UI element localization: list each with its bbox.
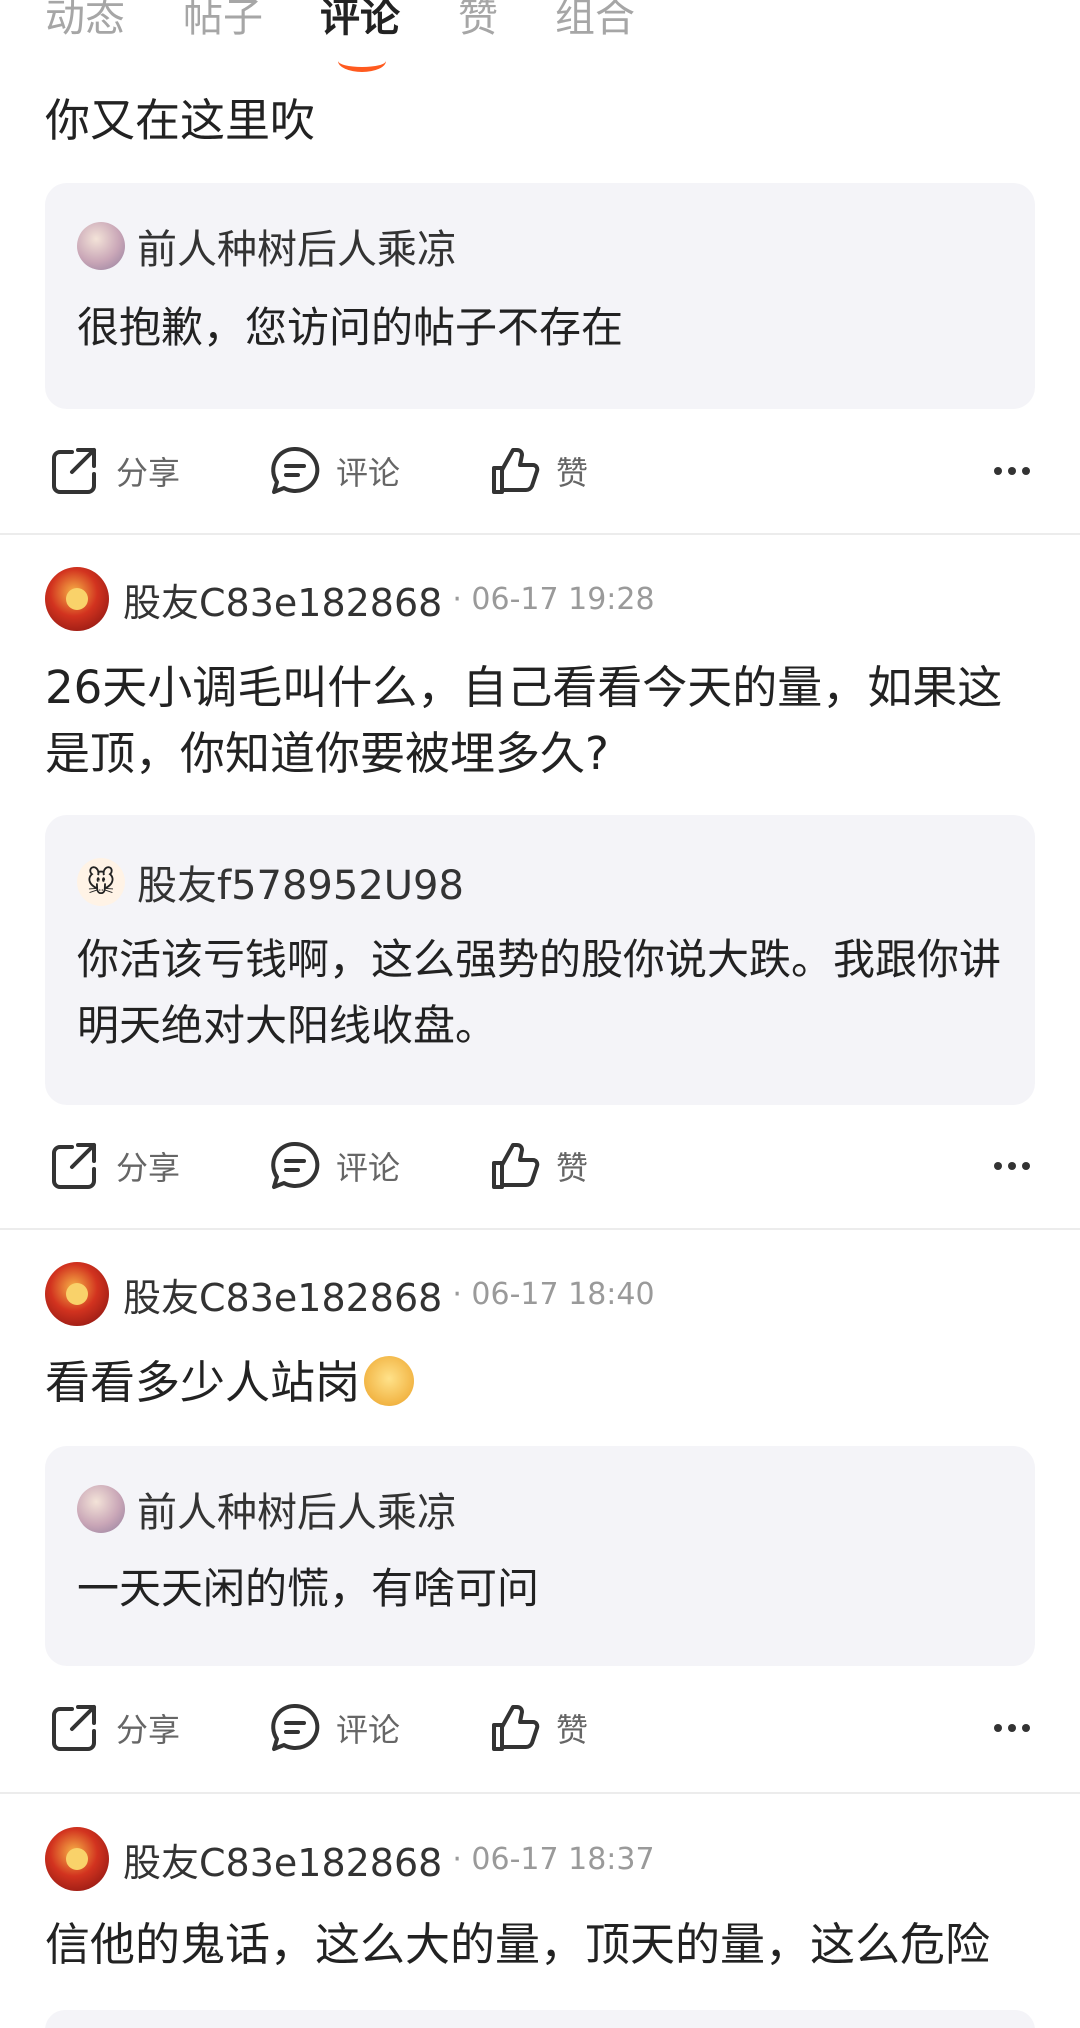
like-label: 赞	[556, 1711, 589, 1749]
share-button[interactable]: 分享	[48, 1693, 180, 1763]
more-options-button[interactable]	[988, 1131, 1030, 1201]
comments-page: 动态 帖子 评论 赞 组合 你又在这里吹 前人种树后人乘凉 很抱歉，您访问的帖子…	[0, 0, 1080, 2028]
thumbs-up-icon	[492, 1143, 540, 1189]
like-button[interactable]: 赞	[488, 1131, 588, 1201]
quoted-text: 很抱歉，您访问的帖子不存在	[77, 303, 624, 352]
share-label: 分享	[116, 1149, 181, 1187]
share-icon	[52, 1143, 96, 1189]
comment-time: · 06-17 18:37	[452, 1841, 655, 1877]
comment-button[interactable]: 评论	[268, 436, 400, 506]
quoted-user-name[interactable]: 前人种树后人乘凉	[137, 217, 457, 275]
user-name[interactable]: 股友C83e182868	[123, 572, 442, 627]
action-bar: 分享 评论 赞	[0, 1131, 1080, 1201]
comment-icon	[271, 1141, 320, 1189]
more-options-button[interactable]	[988, 436, 1030, 506]
share-button[interactable]: 分享	[48, 436, 180, 506]
comment-label: 评论	[336, 1711, 401, 1749]
more-icon	[994, 1162, 1002, 1170]
comment-text-row: 看看多少人站岗	[45, 1350, 1045, 1416]
tab-dynamic[interactable]: 动态	[45, 0, 125, 42]
quoted-reply[interactable]: 🐭 股友f578952U98 你活该亏钱啊，这么强势的股你说大跌。我跟你讲明天绝…	[45, 815, 1035, 1105]
comment-text: 你又在这里吹	[45, 94, 316, 147]
comment-text: 26天小调毛叫什么，自己看看今天的量，如果这是顶，你知道你要被埋多久?	[45, 661, 1003, 780]
divider	[0, 533, 1080, 535]
avatar[interactable]: 🐭	[77, 858, 125, 906]
divider	[0, 1792, 1080, 1794]
quoted-user-name[interactable]: 前人种树后人乘凉	[137, 1480, 457, 1538]
avatar[interactable]	[45, 1262, 109, 1326]
action-bar: 分享 评论 赞	[0, 436, 1080, 506]
tab-comments[interactable]: 评论	[320, 0, 400, 42]
more-icon	[994, 1724, 1002, 1732]
avatar[interactable]	[77, 1485, 125, 1533]
quoted-reply[interactable]: 前人种树后人乘凉 很抱歉，您访问的帖子不存在	[45, 183, 1035, 409]
share-icon	[52, 1705, 96, 1751]
user-name[interactable]: 股友C83e182868	[123, 1267, 442, 1322]
share-button[interactable]: 分享	[48, 1131, 180, 1201]
tab-portfolio[interactable]: 组合	[555, 0, 635, 42]
comment-time: · 06-17 19:28	[452, 581, 655, 617]
avatar[interactable]	[45, 567, 109, 631]
like-button[interactable]: 赞	[488, 436, 588, 506]
like-label: 赞	[556, 454, 589, 492]
share-label: 分享	[116, 454, 181, 492]
comment-label: 评论	[336, 1149, 401, 1187]
comment-text: 看看多少人站岗	[45, 1356, 361, 1409]
quoted-reply[interactable]: 前人种树后人乘凉 一天天闲的慌，有啥可问	[45, 1446, 1035, 1666]
quoted-reply[interactable]	[45, 2010, 1035, 2028]
share-label: 分享	[116, 1711, 181, 1749]
like-button[interactable]: 赞	[488, 1693, 588, 1763]
thumbs-up-icon	[492, 1705, 540, 1751]
tab-posts[interactable]: 帖子	[183, 0, 263, 42]
like-label: 赞	[556, 1149, 589, 1187]
quoted-text: 你活该亏钱啊，这么强势的股你说大跌。我跟你讲明天绝对大阳线收盘。	[77, 935, 1002, 1050]
tab-likes[interactable]: 赞	[458, 0, 498, 42]
quoted-user-name[interactable]: 股友f578952U98	[137, 853, 464, 911]
comment-time: · 06-17 18:40	[452, 1276, 655, 1312]
comment-text: 信他的鬼话，这么大的量，顶天的量，这么危险	[45, 1918, 991, 1971]
comment-icon	[271, 1703, 320, 1751]
more-icon	[994, 467, 1002, 475]
comment-button[interactable]: 评论	[268, 1693, 400, 1763]
avatar[interactable]	[45, 1827, 109, 1891]
thumbs-up-icon	[492, 448, 540, 494]
comment-icon	[271, 446, 320, 494]
action-bar: 分享 评论 赞	[0, 1693, 1080, 1763]
more-options-button[interactable]	[988, 1693, 1030, 1763]
divider	[0, 1228, 1080, 1230]
quoted-text: 一天天闲的慌，有啥可问	[77, 1564, 540, 1613]
dog-face-emoji	[364, 1356, 415, 1406]
share-icon	[52, 448, 96, 494]
active-tab-indicator	[338, 50, 386, 72]
user-name[interactable]: 股友C83e182868	[123, 1832, 442, 1887]
comment-button[interactable]: 评论	[268, 1131, 400, 1201]
avatar[interactable]	[77, 222, 125, 270]
profile-tabs: 动态 帖子 评论 赞 组合	[0, 0, 1080, 72]
comment-label: 评论	[336, 454, 401, 492]
